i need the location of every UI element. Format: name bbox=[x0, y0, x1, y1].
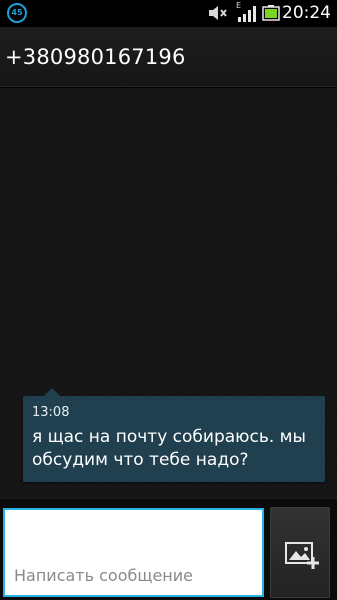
contact-number[interactable]: +380980167196 bbox=[5, 45, 186, 69]
status-bar: 45 E 20:24 bbox=[0, 0, 337, 27]
battery-icon bbox=[262, 5, 280, 21]
message-input[interactable]: Написать сообщение bbox=[3, 508, 264, 597]
message-time: 13:08 bbox=[32, 405, 70, 420]
conversation-header: +380980167196 bbox=[0, 27, 337, 87]
message-text: я щас на почту собираюсь. мы обсудим что… bbox=[32, 427, 306, 470]
message-bubble[interactable]: 13:08 я щас на почту собираюсь. мы обсуд… bbox=[23, 388, 325, 482]
compose-bar: Написать сообщение bbox=[0, 498, 337, 600]
bubble-tail bbox=[44, 388, 60, 396]
attach-picture-button[interactable] bbox=[270, 507, 330, 598]
notification-badge[interactable]: 45 bbox=[7, 3, 27, 23]
signal-icon bbox=[238, 6, 256, 22]
message-input-placeholder: Написать сообщение bbox=[14, 566, 193, 585]
add-picture-icon bbox=[285, 542, 319, 569]
message-list[interactable]: 13:08 я щас на почту собираюсь. мы обсуд… bbox=[0, 88, 337, 498]
status-clock: 20:24 bbox=[282, 3, 331, 23]
muted-speaker-icon bbox=[209, 6, 227, 20]
